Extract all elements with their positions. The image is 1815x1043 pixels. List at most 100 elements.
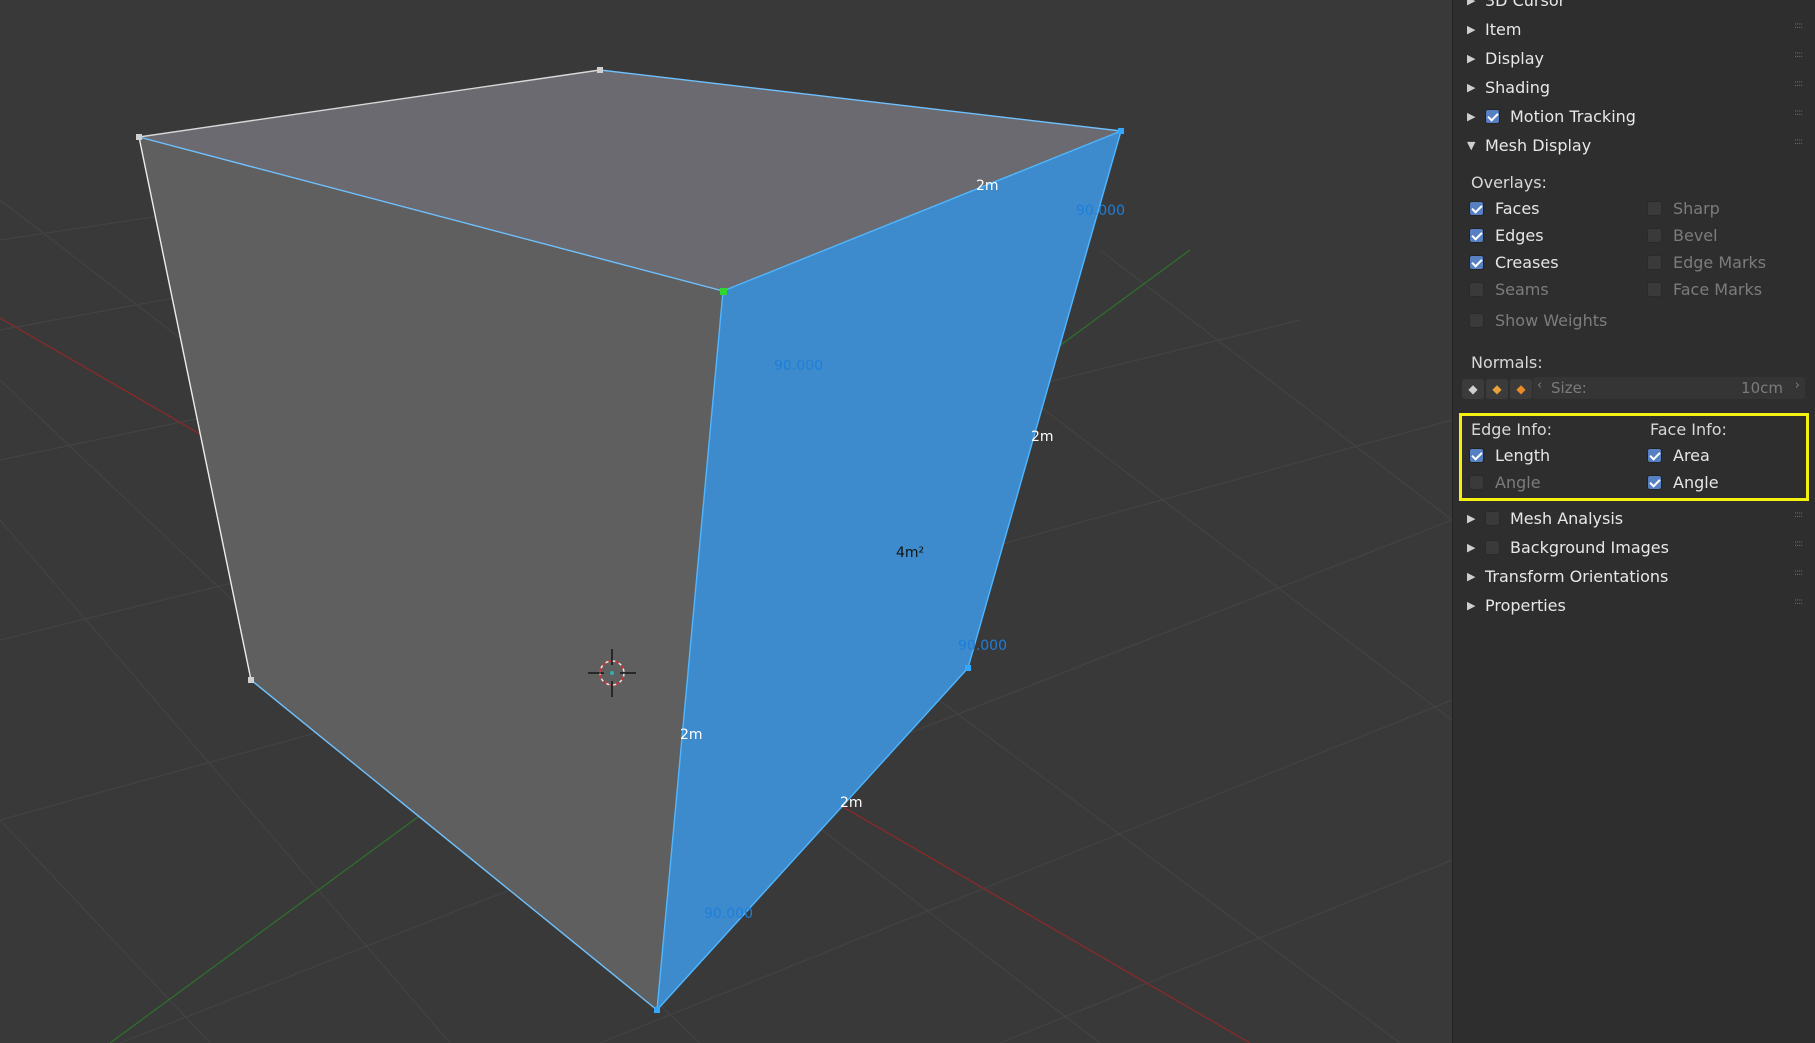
show-weights-toggle[interactable]: Show Weights	[1469, 311, 1607, 330]
drag-grip-icon[interactable]: ::::	[1794, 80, 1808, 92]
creases-toggle[interactable]: Creases	[1469, 253, 1559, 272]
creases-label: Creases	[1495, 253, 1559, 272]
edge-marks-label: Edge Marks	[1673, 253, 1767, 272]
creases-checkbox[interactable]	[1469, 255, 1484, 270]
viewport-canvas[interactable]: 2m 2m 2m 2m 4m² 90.000 90.000 90.000 90.…	[0, 0, 1452, 1043]
expand-arrow-icon: ▶	[1467, 570, 1476, 583]
collapse-arrow-icon: ▼	[1467, 139, 1476, 152]
edge-length-label: 2m	[1031, 429, 1054, 445]
edge-length-label: Length	[1495, 446, 1551, 465]
drag-grip-icon[interactable]: ::::	[1794, 569, 1808, 581]
edge-angle-toggle[interactable]: Angle	[1469, 473, 1541, 492]
edges-toggle[interactable]: Edges	[1469, 226, 1544, 245]
overlays-heading: Overlays:	[1471, 173, 1547, 192]
drag-grip-icon[interactable]: ::::	[1794, 0, 1808, 5]
edge-length-label: 2m	[680, 727, 703, 743]
sharp-toggle[interactable]: Sharp	[1647, 199, 1720, 218]
bevel-toggle[interactable]: Bevel	[1647, 226, 1718, 245]
panel-mesh-analysis[interactable]: ▶ Mesh Analysis ::::	[1453, 504, 1815, 533]
face-angle-checkbox[interactable]	[1647, 475, 1662, 490]
panel-properties[interactable]: ▶ Properties ::::	[1453, 591, 1815, 620]
seams-checkbox[interactable]	[1469, 282, 1484, 297]
motion-tracking-checkbox[interactable]	[1485, 109, 1500, 124]
face-angle-label: 90.000	[774, 358, 823, 374]
active-vertex	[720, 288, 727, 295]
panel-label: Transform Orientations	[1485, 567, 1669, 586]
edge-length-label: 2m	[976, 178, 999, 194]
panel-transform-orientations[interactable]: ▶ Transform Orientations ::::	[1453, 562, 1815, 591]
panel-label: Shading	[1485, 78, 1550, 97]
edge-marks-checkbox[interactable]	[1647, 255, 1662, 270]
background-images-checkbox[interactable]	[1485, 540, 1500, 555]
panel-3d-cursor[interactable]: ▶ 3D Cursor ::::	[1453, 0, 1815, 15]
panel-label: Mesh Analysis	[1510, 509, 1624, 528]
drag-grip-icon[interactable]: ::::	[1794, 51, 1808, 63]
show-weights-checkbox[interactable]	[1469, 313, 1484, 328]
chevron-right-icon[interactable]: ›	[1795, 378, 1800, 393]
panel-display[interactable]: ▶ Display ::::	[1453, 44, 1815, 73]
face-area-label: Area	[1673, 446, 1710, 465]
face-area-label: 4m²	[896, 545, 924, 561]
face-angle-label: Angle	[1673, 473, 1719, 492]
vertex-normals-button[interactable]: ◆	[1462, 379, 1484, 399]
chevron-left-icon[interactable]: ‹	[1537, 378, 1542, 393]
3d-viewport[interactable]: 2m 2m 2m 2m 4m² 90.000 90.000 90.000 90.…	[0, 0, 1452, 1043]
face-angle-toggle[interactable]: Angle	[1647, 473, 1719, 492]
face-info-heading: Face Info:	[1650, 420, 1727, 439]
face-angle-label: 90.000	[1076, 203, 1125, 219]
face-normal-icon: ◆	[1516, 382, 1526, 396]
face-area-checkbox[interactable]	[1647, 448, 1662, 463]
normals-size-field[interactable]: ‹ Size: 10cm ›	[1533, 377, 1805, 399]
face-angle-label: 90.000	[958, 638, 1007, 654]
panel-label: Background Images	[1510, 538, 1669, 557]
sharp-label: Sharp	[1673, 199, 1720, 218]
panel-label: Display	[1485, 49, 1544, 68]
vertex-normal-icon: ◆	[1468, 382, 1478, 396]
panel-label: Mesh Display	[1485, 136, 1592, 155]
panel-item[interactable]: ▶ Item ::::	[1453, 15, 1815, 44]
expand-arrow-icon: ▶	[1467, 0, 1476, 7]
vertex	[597, 67, 603, 73]
show-weights-label: Show Weights	[1495, 311, 1608, 330]
face-area-toggle[interactable]: Area	[1647, 446, 1710, 465]
drag-grip-icon[interactable]: ::::	[1794, 511, 1808, 523]
expand-arrow-icon: ▶	[1467, 599, 1476, 612]
panel-background-images[interactable]: ▶ Background Images ::::	[1453, 533, 1815, 562]
split-normals-button[interactable]: ◆	[1486, 379, 1508, 399]
edge-length-toggle[interactable]: Length	[1469, 446, 1550, 465]
drag-grip-icon[interactable]: ::::	[1794, 22, 1808, 34]
drag-grip-icon[interactable]: ::::	[1794, 109, 1808, 121]
vertex	[1118, 128, 1124, 134]
face-marks-checkbox[interactable]	[1647, 282, 1662, 297]
expand-arrow-icon: ▶	[1467, 23, 1476, 36]
edges-label: Edges	[1495, 226, 1544, 245]
drag-grip-icon[interactable]: ::::	[1794, 540, 1808, 552]
faces-toggle[interactable]: Faces	[1469, 199, 1540, 218]
edge-angle-checkbox[interactable]	[1469, 475, 1484, 490]
vertex	[248, 677, 254, 683]
edges-checkbox[interactable]	[1469, 228, 1484, 243]
bevel-label: Bevel	[1673, 226, 1718, 245]
panel-motion-tracking[interactable]: ▶ Motion Tracking ::::	[1453, 102, 1815, 131]
faces-label: Faces	[1495, 199, 1540, 218]
edge-marks-toggle[interactable]: Edge Marks	[1647, 253, 1766, 272]
panel-label: 3D Cursor	[1485, 0, 1566, 10]
seams-toggle[interactable]: Seams	[1469, 280, 1549, 299]
bevel-checkbox[interactable]	[1647, 228, 1662, 243]
seams-label: Seams	[1495, 280, 1549, 299]
panel-shading[interactable]: ▶ Shading ::::	[1453, 73, 1815, 102]
face-normals-button[interactable]: ◆	[1510, 379, 1532, 399]
edge-angle-label: Angle	[1495, 473, 1541, 492]
faces-checkbox[interactable]	[1469, 201, 1484, 216]
edge-length-checkbox[interactable]	[1469, 448, 1484, 463]
drag-grip-icon[interactable]: ::::	[1794, 138, 1808, 150]
face-marks-toggle[interactable]: Face Marks	[1647, 280, 1762, 299]
split-normal-icon: ◆	[1492, 382, 1502, 396]
panel-label: Item	[1485, 20, 1522, 39]
panel-label: Properties	[1485, 596, 1566, 615]
sharp-checkbox[interactable]	[1647, 201, 1662, 216]
mesh-analysis-checkbox[interactable]	[1485, 511, 1500, 526]
drag-grip-icon[interactable]: ::::	[1794, 598, 1808, 610]
expand-arrow-icon: ▶	[1467, 52, 1476, 65]
panel-mesh-display[interactable]: ▼ Mesh Display ::::	[1453, 131, 1815, 160]
